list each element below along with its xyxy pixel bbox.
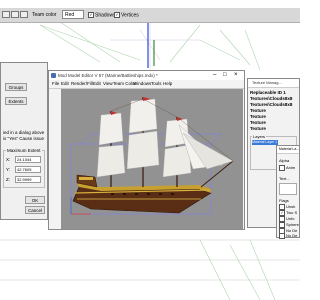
groups-button[interactable]: Groups — [5, 83, 27, 91]
info-text-line1: ied in a dialog above — [3, 130, 45, 135]
team-color-value: Red — [65, 12, 75, 18]
alpha-label: Alpha — [279, 158, 290, 163]
menu-edit[interactable]: Edit — [61, 81, 69, 86]
editor-title-bar[interactable]: Mod Model Editor V 57 (Marine/Battleship… — [49, 71, 244, 80]
shadows-label: Shadows — [95, 12, 116, 19]
cancel-button[interactable]: Cancel — [25, 206, 45, 214]
maximum-extent-title: Maximum Extent — [6, 148, 42, 153]
editor-left-margin — [49, 89, 61, 229]
checkbox-icon — [279, 165, 285, 171]
texture-preview[interactable] — [279, 183, 297, 195]
menu-windows[interactable]: Windows — [133, 81, 151, 86]
menu-file[interactable]: File — [52, 81, 59, 86]
editor-menu-bar: File Edit Render/Fill Edit View Team Col… — [49, 80, 244, 89]
flag-label: No De — [286, 233, 298, 239]
texture-item[interactable]: Textures\Clouds8x8 — [250, 102, 292, 107]
texture-item[interactable]: Texture — [250, 126, 266, 131]
maximize-icon[interactable]: □ — [223, 72, 227, 79]
x-field[interactable]: 24.1344 — [15, 156, 41, 163]
animated-checkbox[interactable]: Anim — [279, 165, 295, 171]
model-editor-window: Mod Model Editor V 57 (Marine/Battleship… — [48, 70, 245, 230]
top-toolbar: Team color Red ✓ Shadows ✓ Vertices — [0, 8, 300, 23]
shadows-checkbox[interactable]: ✓ Shadows — [88, 12, 116, 18]
flag-label: Sphere — [286, 222, 299, 228]
close-icon[interactable]: × — [234, 72, 238, 79]
vertices-label: Vertices — [121, 12, 139, 19]
selected-layer[interactable]: Material Layer 1 — [252, 140, 278, 145]
texture-title-bar[interactable]: Texture Manag... — [248, 79, 299, 88]
flag-label: Unsh — [286, 204, 296, 210]
ship-model-render — [70, 97, 234, 215]
app-icon — [51, 73, 56, 78]
texture-title: Texture Manag... — [252, 80, 282, 85]
check-icon: ✓ — [114, 12, 120, 18]
flag-checkbox[interactable]: No De — [279, 233, 297, 239]
menu-view[interactable]: View — [103, 81, 113, 86]
material-title: Material La... — [279, 147, 300, 151]
ok-button[interactable]: OK — [25, 196, 45, 204]
team-color-label: Team color — [32, 12, 57, 18]
checkbox-icon — [279, 233, 285, 239]
texture-item[interactable]: Texture — [250, 108, 266, 113]
texture-item[interactable]: Texture — [250, 114, 266, 119]
menu-render-fill[interactable]: Render/Fill — [71, 81, 93, 86]
texture-item[interactable]: Replaceable ID 1 — [250, 90, 286, 95]
flags-label: Flags — [279, 198, 289, 203]
team-color-select[interactable]: Red — [62, 10, 84, 19]
y-label: Y: — [6, 167, 11, 172]
grid-icon[interactable] — [2, 11, 10, 18]
cube-icon[interactable] — [11, 11, 19, 18]
extents-dialog: Groups Extents ied in a dialog above is … — [0, 62, 48, 220]
layers-label: Layers — [252, 134, 267, 139]
texture-item[interactable]: Texture — [250, 120, 266, 125]
editor-title: Mod Model Editor V 57 (Marine/Battleship… — [58, 73, 158, 78]
check-icon: ✓ — [88, 12, 94, 18]
material-layer-window: Material La... Alpha Anim Text... Flags … — [276, 145, 300, 239]
flag-label: Two S — [286, 210, 298, 216]
3d-viewport[interactable] — [61, 89, 243, 229]
texture-label: Text... — [279, 176, 290, 181]
menu-tools[interactable]: Tools — [151, 81, 162, 86]
texture-item[interactable]: Textures\Clouds8x8 — [250, 96, 292, 101]
vertices-checkbox[interactable]: ✓ Vertices — [114, 12, 139, 18]
flag-label: Unfo — [286, 216, 295, 222]
z-label: Z: — [6, 177, 10, 182]
info-text-line2: is "Yes" Cause issue — [3, 136, 45, 141]
animated-label: Anim — [286, 165, 296, 171]
menu-edit-2[interactable]: Edit — [93, 81, 101, 86]
minimize-icon[interactable]: – — [213, 72, 216, 79]
extents-button[interactable]: Extents — [5, 97, 27, 105]
x-label: X: — [6, 157, 11, 162]
material-title-bar[interactable]: Material La... — [277, 146, 299, 154]
z-field[interactable]: 32.9999 — [15, 176, 41, 183]
menu-help[interactable]: Help — [163, 81, 172, 86]
lamp-icon[interactable] — [20, 11, 28, 18]
y-field[interactable]: 42.7605 — [15, 166, 41, 173]
